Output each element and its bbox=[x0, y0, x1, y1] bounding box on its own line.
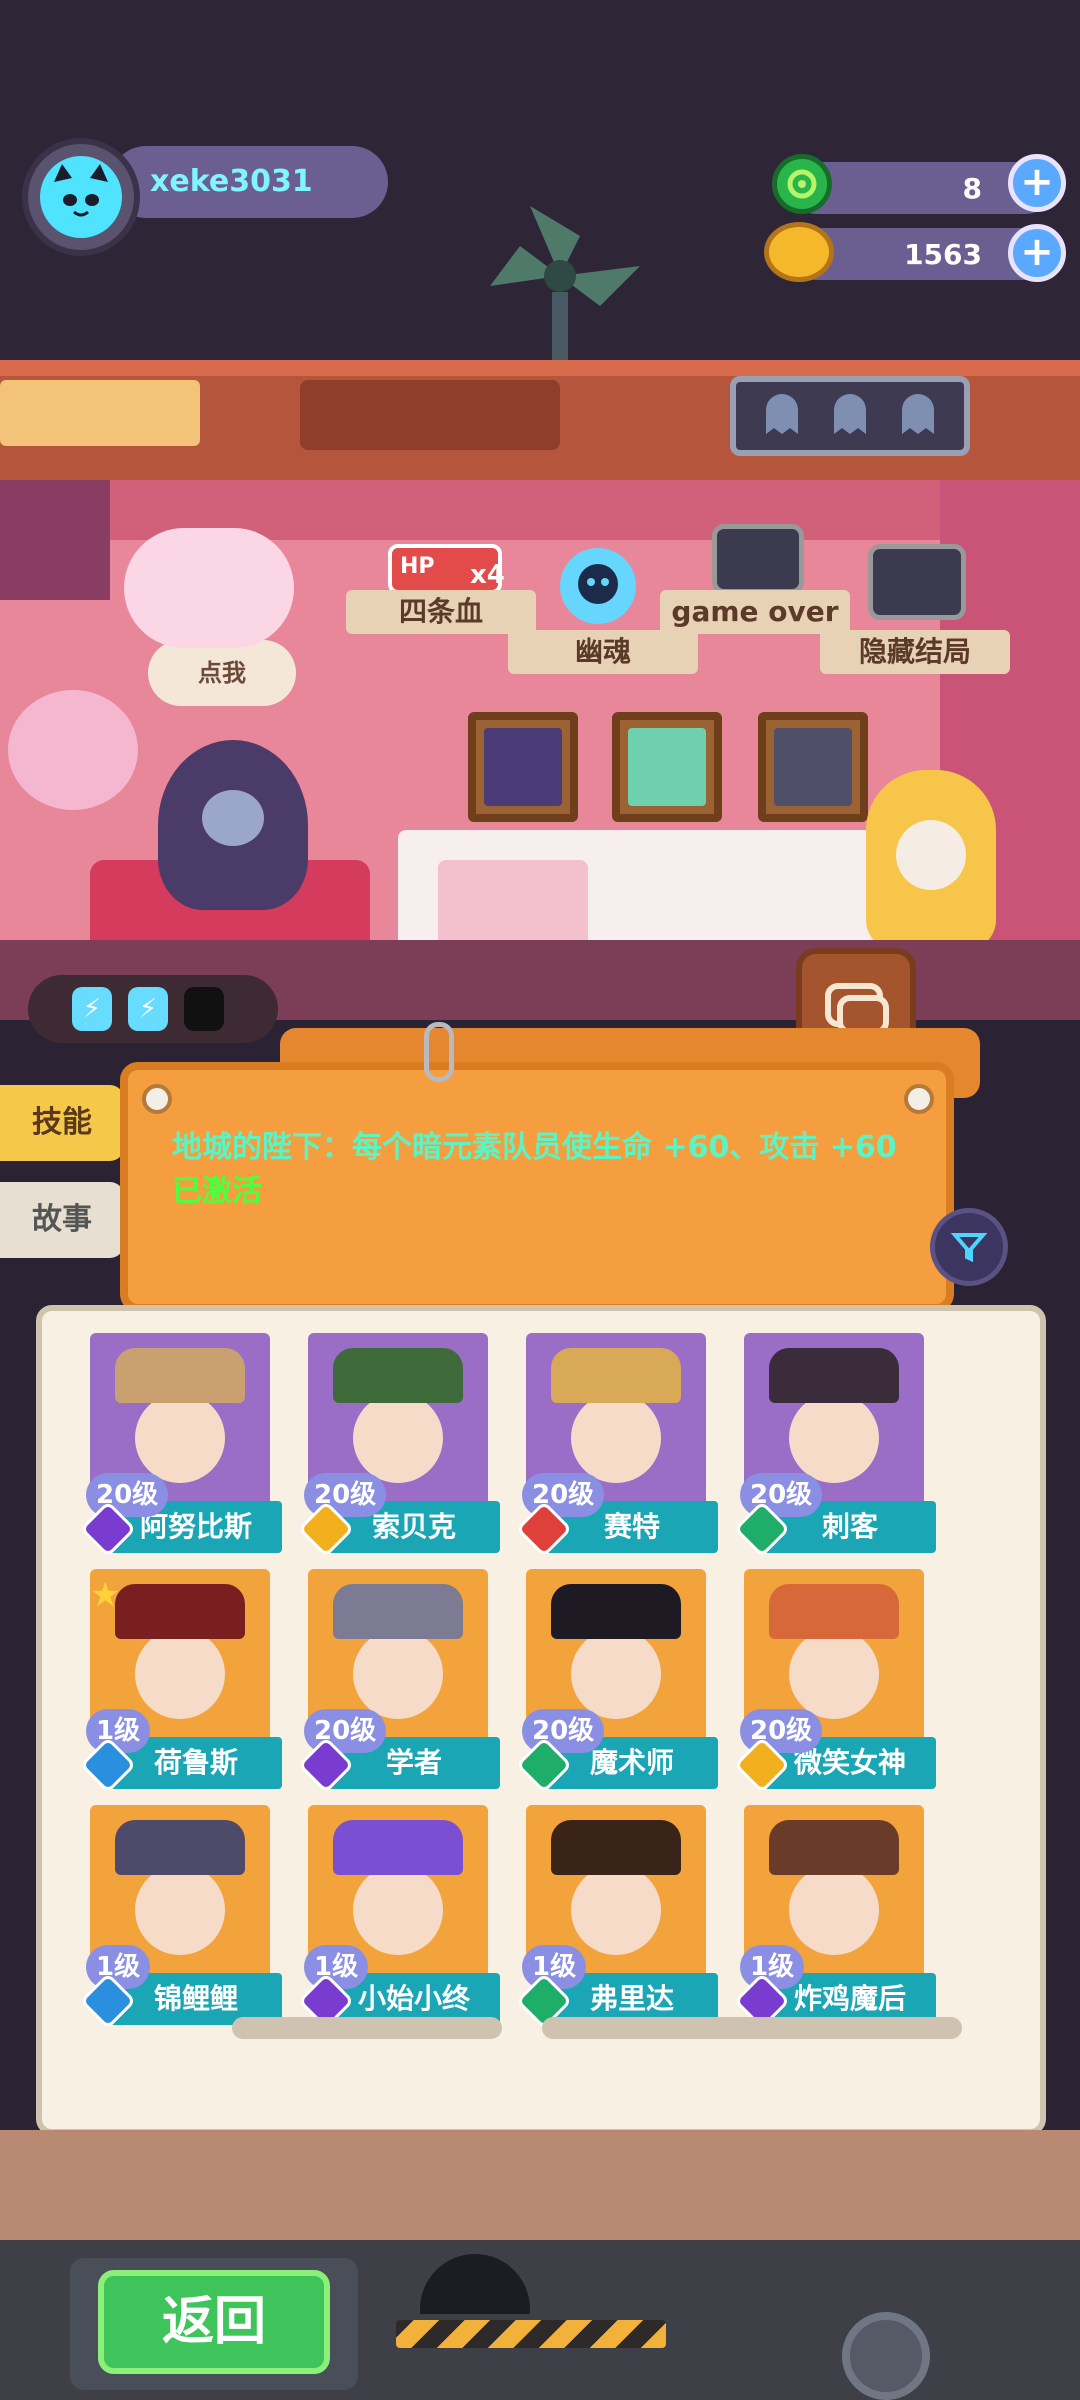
tab-story[interactable]: 故事 bbox=[0, 1182, 124, 1258]
energy-cell-1: ⚡ bbox=[72, 987, 112, 1031]
hp-multiplier: x4 bbox=[470, 560, 505, 590]
hero-card[interactable]: 魔术师 20级 bbox=[515, 1569, 718, 1794]
skill-status: 已激活 bbox=[172, 1174, 262, 1209]
pin-right-icon bbox=[904, 1084, 934, 1114]
hero-headwear bbox=[769, 1584, 899, 1639]
hidden-ending-tv-icon bbox=[868, 544, 966, 620]
hero-face bbox=[353, 1629, 443, 1719]
paperclip-icon bbox=[424, 1022, 454, 1082]
fan-icon bbox=[490, 206, 640, 362]
hero-card[interactable]: 小始小终 1级 bbox=[297, 1805, 500, 2030]
cat-face-icon bbox=[54, 164, 108, 217]
book-cover-base bbox=[0, 2130, 1080, 2240]
energy-bar: ⚡ ⚡ bbox=[28, 975, 278, 1043]
vent-panel bbox=[300, 380, 560, 450]
hero-card[interactable]: 阿努比斯 20级 bbox=[79, 1333, 282, 1558]
shelf-edge bbox=[0, 360, 1080, 376]
round-knob bbox=[842, 2312, 930, 2400]
hero-card[interactable]: 微笑女神 20级 bbox=[733, 1569, 936, 1794]
hero-face bbox=[353, 1865, 443, 1955]
blurred-text-2 bbox=[542, 2017, 962, 2039]
hero-headwear bbox=[769, 1820, 899, 1875]
hero-face bbox=[353, 1393, 443, 1483]
portrait-frame-1[interactable] bbox=[468, 712, 578, 822]
hero-headwear bbox=[551, 1348, 681, 1403]
hero-face bbox=[571, 1393, 661, 1483]
hero-face bbox=[789, 1393, 879, 1483]
player-name-pill[interactable]: xeke3031 bbox=[110, 146, 388, 218]
hero-headwear bbox=[115, 1348, 245, 1403]
hero-headwear bbox=[551, 1820, 681, 1875]
hero-book: 阿努比斯 20级 索贝克 20级 赛特 20级 刺客 20级 ★ 荷鲁斯 1级 学者 20级 魔术师 20级… bbox=[36, 1305, 1046, 2135]
hero-headwear bbox=[115, 1584, 245, 1639]
tap-me-bubble[interactable]: 点我 bbox=[148, 640, 296, 706]
hero-face bbox=[571, 1629, 661, 1719]
star-icon: ★ bbox=[90, 1575, 121, 1615]
hero-headwear bbox=[551, 1584, 681, 1639]
skill-card: 地城的陛下：每个暗元素队员使生命 +60、攻击 +60 已激活 bbox=[120, 1062, 954, 1312]
player-avatar-frame[interactable] bbox=[22, 138, 140, 256]
energy-cell-3 bbox=[184, 987, 224, 1031]
ghost-panel bbox=[730, 376, 970, 456]
hero-face bbox=[571, 1865, 661, 1955]
tombstone-tv-icon bbox=[712, 524, 804, 594]
ghost-skull-icon bbox=[560, 548, 636, 624]
hero-headwear bbox=[769, 1348, 899, 1403]
achievement-four-hp[interactable]: 四条血 bbox=[346, 590, 536, 634]
coin-value: 1563 bbox=[904, 238, 982, 271]
hero-card[interactable]: 炸鸡魔后 1级 bbox=[733, 1805, 936, 2030]
hero-face bbox=[135, 1393, 225, 1483]
hero-grid: 阿努比斯 20级 索贝克 20级 赛特 20级 刺客 20级 ★ 荷鲁斯 1级 学者 20级 魔术师 20级… bbox=[42, 1311, 1040, 2030]
hero-headwear bbox=[333, 1348, 463, 1403]
hero-card[interactable]: 学者 20级 bbox=[297, 1569, 500, 1794]
back-button[interactable]: 返回 bbox=[98, 2270, 330, 2374]
avatar bbox=[40, 156, 122, 238]
gem-value: 8 bbox=[962, 172, 982, 205]
skull-doll[interactable] bbox=[866, 770, 996, 950]
hero-headwear bbox=[333, 1820, 463, 1875]
hazard-stripe bbox=[396, 2320, 666, 2348]
player-name: xeke3031 bbox=[150, 164, 313, 199]
wall-panel bbox=[0, 480, 110, 600]
planet-coin-icon bbox=[764, 222, 834, 282]
hero-face bbox=[789, 1629, 879, 1719]
energy-cell-2: ⚡ bbox=[128, 987, 168, 1031]
blurred-text-1 bbox=[232, 2017, 502, 2039]
hero-headwear bbox=[115, 1820, 245, 1875]
hero-card[interactable]: 锦鲤鲤 1级 bbox=[79, 1805, 282, 2030]
add-gem-button[interactable]: + bbox=[1008, 154, 1066, 212]
pin-left-icon bbox=[142, 1084, 172, 1114]
shelf-sign bbox=[0, 380, 200, 446]
filter-icon bbox=[950, 1233, 988, 1263]
filter-button[interactable] bbox=[930, 1208, 1008, 1286]
hero-character-dark[interactable] bbox=[158, 740, 308, 910]
hero-card[interactable]: ★ 荷鲁斯 1级 bbox=[79, 1569, 282, 1794]
portrait-frame-2[interactable] bbox=[612, 712, 722, 822]
skill-description: 地城的陛下：每个暗元素队员使生命 +60、攻击 +60 已激活 bbox=[172, 1130, 897, 1209]
flower-bouquet bbox=[8, 690, 138, 810]
hero-card[interactable]: 弗里达 1级 bbox=[515, 1805, 718, 2030]
tab-skills[interactable]: 技能 bbox=[0, 1085, 124, 1161]
hero-face bbox=[789, 1865, 879, 1955]
hero-card[interactable]: 赛特 20级 bbox=[515, 1333, 718, 1558]
portrait-frame-3[interactable] bbox=[758, 712, 868, 822]
hero-card[interactable]: 刺客 20级 bbox=[733, 1333, 936, 1558]
hero-face bbox=[135, 1865, 225, 1955]
achievement-game-over[interactable]: game over bbox=[660, 590, 850, 634]
hero-face bbox=[135, 1629, 225, 1719]
gem-icon bbox=[772, 154, 832, 214]
achievement-hidden-ending[interactable]: 隐藏结局 bbox=[820, 630, 1010, 674]
hero-headwear bbox=[333, 1584, 463, 1639]
pompom-decoration bbox=[124, 528, 294, 648]
ghost-icons bbox=[766, 394, 934, 434]
add-coin-button[interactable]: + bbox=[1008, 224, 1066, 282]
hero-card[interactable]: 索贝克 20级 bbox=[297, 1333, 500, 1558]
achievement-ghost[interactable]: 幽魂 bbox=[508, 630, 698, 674]
